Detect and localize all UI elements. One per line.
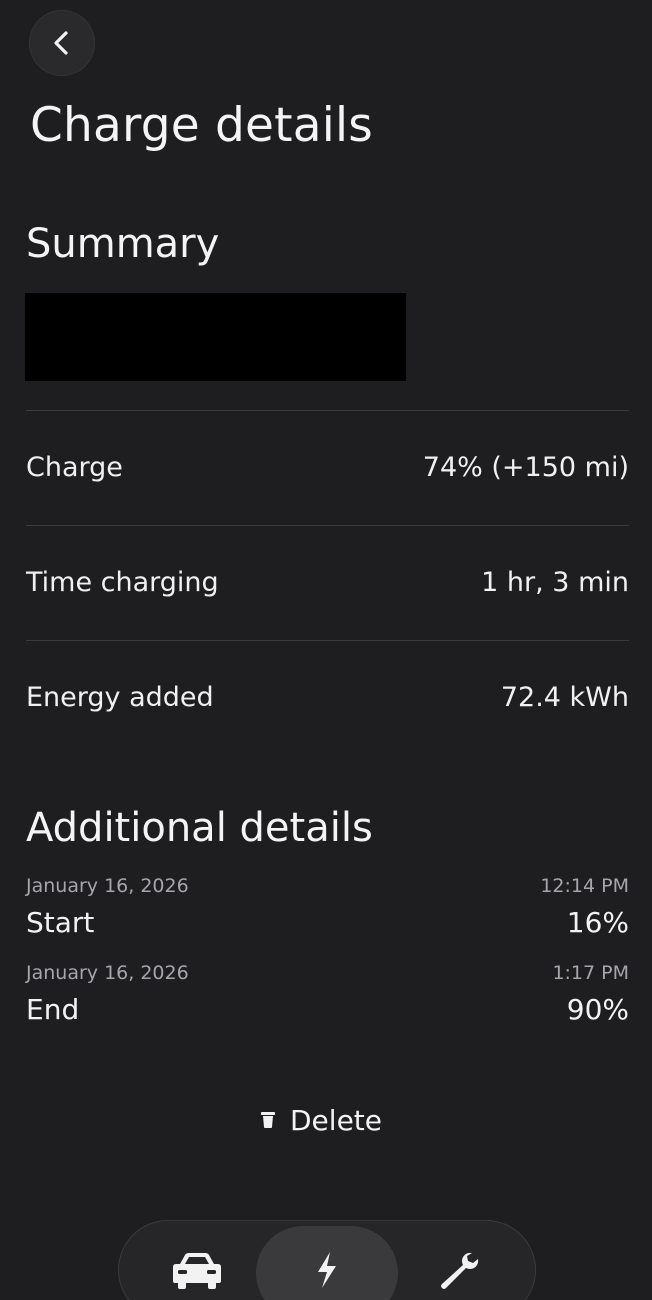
nav-item-car[interactable] bbox=[126, 1226, 268, 1300]
end-label: End bbox=[26, 993, 80, 1026]
summary-row-value: 72.4 kWh bbox=[500, 681, 629, 713]
summary-row-value: 1 hr, 3 min bbox=[481, 566, 629, 598]
start-date: January 16, 2026 bbox=[26, 875, 189, 897]
divider bbox=[26, 640, 629, 641]
additional-details-title: Additional details bbox=[26, 805, 373, 851]
end-time: 1:17 PM bbox=[552, 962, 629, 984]
nav-item-service[interactable] bbox=[386, 1226, 528, 1300]
end-date: January 16, 2026 bbox=[26, 962, 189, 984]
start-value: 16% bbox=[566, 906, 629, 939]
summary-row-label: Charge bbox=[26, 451, 123, 483]
divider bbox=[26, 525, 629, 526]
start-label: Start bbox=[26, 906, 95, 939]
trash-icon bbox=[261, 1112, 275, 1128]
nav-item-charging[interactable] bbox=[256, 1226, 398, 1300]
redacted-block bbox=[25, 293, 406, 381]
summary-row-energy-added: Energy added 72.4 kWh bbox=[26, 677, 629, 717]
wrench-icon bbox=[441, 1252, 479, 1289]
divider bbox=[26, 410, 629, 411]
delete-label: Delete bbox=[290, 1103, 382, 1137]
chevron-left-icon bbox=[54, 31, 68, 55]
summary-title: Summary bbox=[26, 221, 220, 267]
detail-start: January 16, 2026 12:14 PM Start 16% bbox=[26, 873, 629, 943]
car-icon bbox=[173, 1253, 221, 1289]
summary-row-label: Time charging bbox=[26, 566, 219, 598]
summary-row-time-charging: Time charging 1 hr, 3 min bbox=[26, 562, 629, 602]
summary-row-value: 74% (+150 mi) bbox=[422, 451, 629, 483]
detail-end: January 16, 2026 1:17 PM End 90% bbox=[26, 960, 629, 1030]
back-button[interactable] bbox=[29, 10, 95, 76]
summary-row-charge: Charge 74% (+150 mi) bbox=[26, 447, 629, 487]
start-time: 12:14 PM bbox=[540, 875, 629, 897]
end-value: 90% bbox=[566, 993, 629, 1026]
bottom-nav bbox=[118, 1220, 536, 1300]
lightning-bolt-icon bbox=[318, 1252, 336, 1288]
page-title: Charge details bbox=[30, 98, 373, 153]
delete-button[interactable]: Delete bbox=[260, 1100, 382, 1140]
summary-row-label: Energy added bbox=[26, 681, 214, 713]
